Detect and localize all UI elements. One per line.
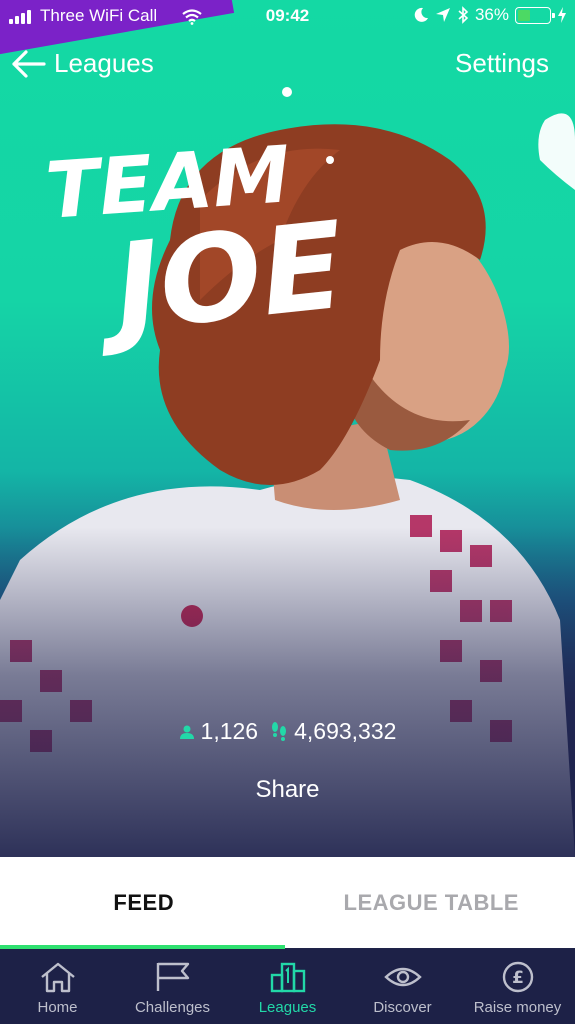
bottom-nav-label: Discover	[373, 999, 432, 1016]
members-count: 1,126	[200, 718, 259, 744]
bluetooth-icon	[458, 6, 469, 24]
bottom-nav-challenges[interactable]: Challenges	[115, 949, 230, 1024]
share-button[interactable]: Share	[0, 776, 575, 804]
tab-feed[interactable]: FEED	[0, 857, 288, 948]
back-button[interactable]: Leagues	[10, 48, 154, 79]
back-label: Leagues	[54, 48, 154, 78]
location-icon	[435, 8, 450, 22]
bottom-nav-label: Leagues	[258, 999, 317, 1016]
bottom-nav-label: Challenges	[134, 999, 211, 1016]
members-stat: 1,126	[179, 718, 259, 745]
nav-bar: Leagues Settings	[0, 40, 575, 90]
leagues-icon	[270, 962, 305, 993]
bottom-nav-discover[interactable]: Discover	[345, 949, 460, 1024]
person-icon	[179, 725, 194, 739]
league-stats: 1,126 4,693,332	[0, 718, 575, 745]
hero-title-joe: JOE	[89, 197, 351, 361]
steps-count: 4,693,332	[294, 718, 397, 744]
bottom-nav-leagues[interactable]: Leagues	[230, 949, 345, 1024]
flag-icon	[156, 962, 189, 991]
steps-stat: 4,693,332	[270, 718, 396, 745]
bottom-nav-label: Home	[37, 999, 78, 1016]
arrow-left-icon	[12, 49, 46, 78]
pound-icon: £	[502, 961, 533, 993]
svg-text:£: £	[512, 968, 524, 988]
eye-icon	[383, 967, 422, 987]
bottom-nav-label: Raise money	[473, 999, 562, 1016]
status-bar: Three WiFi Call 09:42 36%	[0, 0, 575, 59]
settings-button[interactable]: Settings	[455, 48, 549, 79]
battery-icon	[515, 6, 555, 24]
bottom-nav-home[interactable]: Home	[0, 949, 115, 1024]
charging-icon	[558, 7, 566, 23]
home-icon	[40, 962, 75, 993]
moon-icon	[414, 7, 428, 22]
tab-league-table[interactable]: LEAGUE TABLE	[288, 857, 575, 948]
bottom-tab-bar: Home Challenges Leagues Discover £ Raise…	[0, 949, 575, 1024]
league-tabs: FEED LEAGUE TABLE	[0, 857, 575, 948]
footsteps-icon	[272, 721, 287, 741]
battery-percent: 36%	[474, 5, 509, 24]
bottom-nav-raise-money[interactable]: £ Raise money	[460, 949, 575, 1024]
